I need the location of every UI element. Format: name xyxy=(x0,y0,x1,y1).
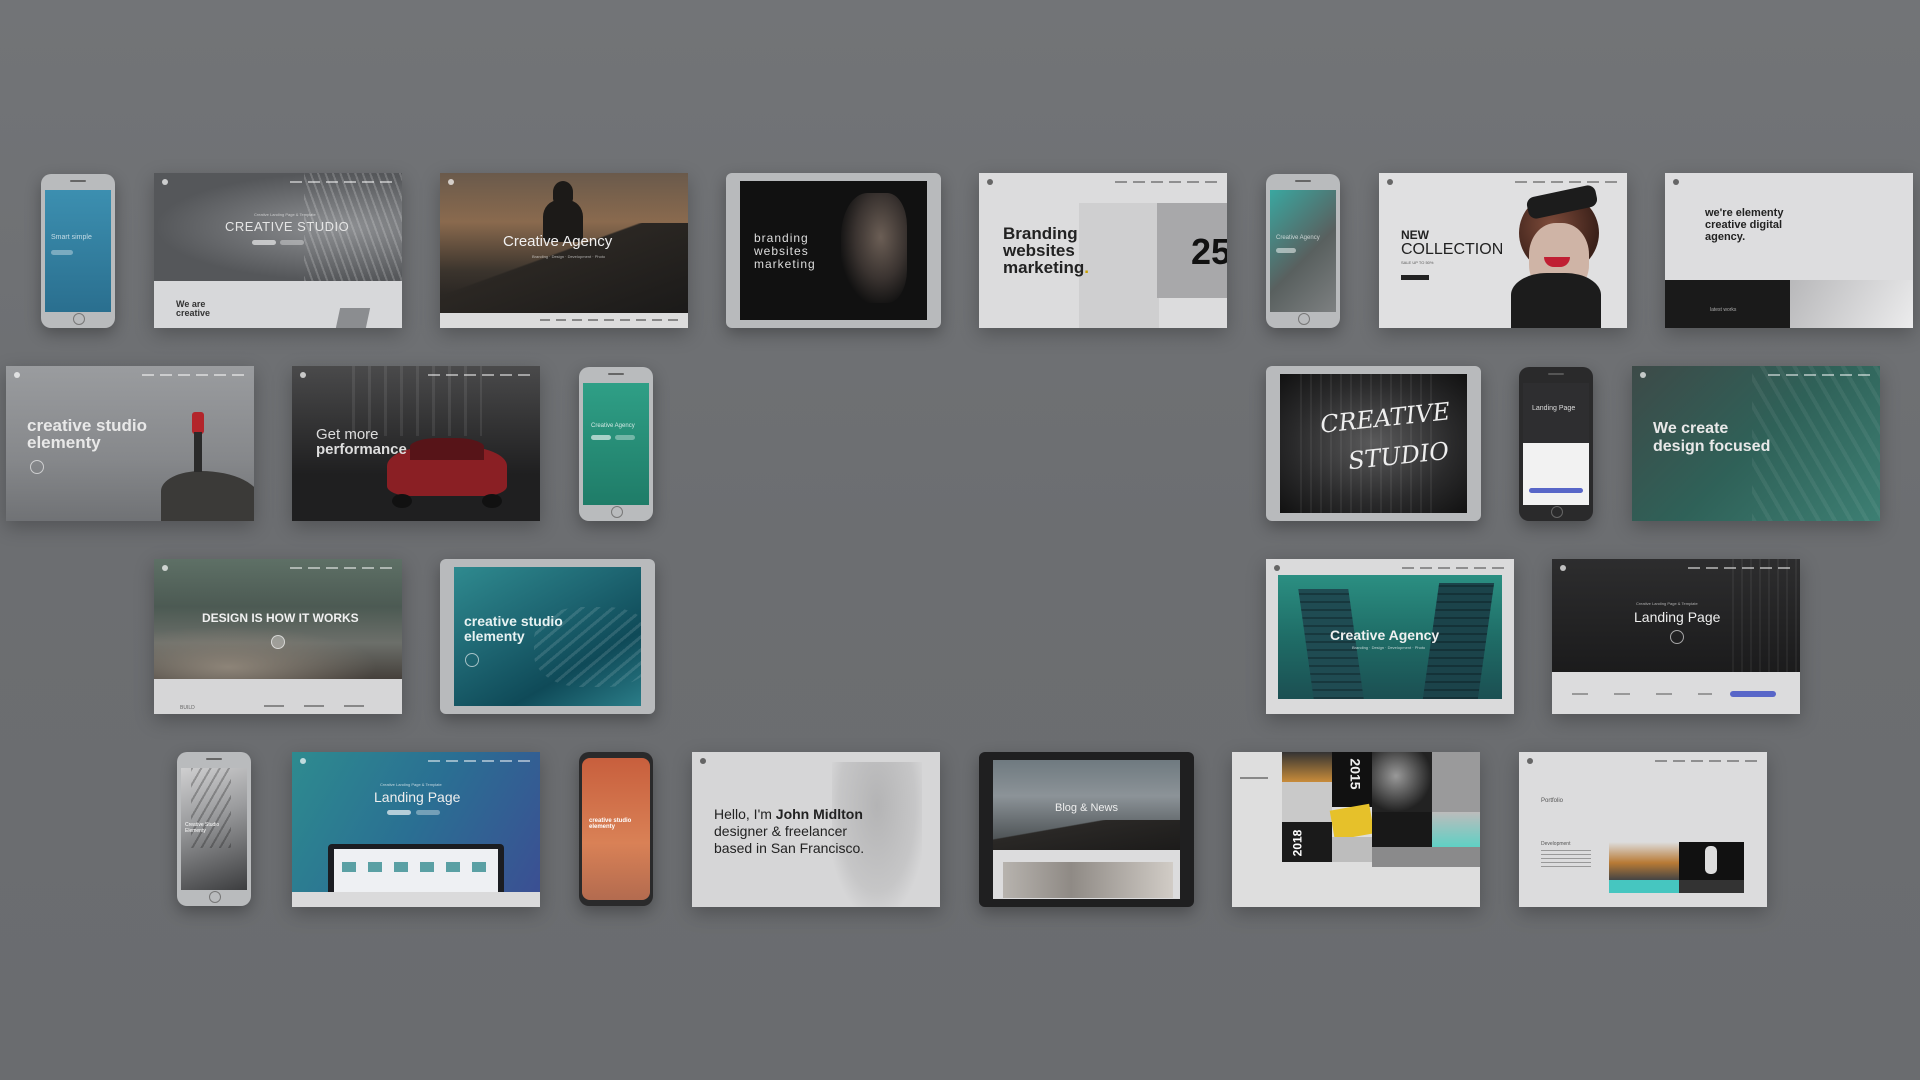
card-creative-agency-buildings[interactable]: Creative Agency Branding · Design · Deve… xyxy=(1266,559,1514,714)
agency-subtitle: Branding · Design · Development · Photo xyxy=(1352,645,1426,650)
branding-line-1: branding xyxy=(754,231,809,245)
eyebrow-text: Creative Landing Page & Template xyxy=(254,212,316,217)
landing-eyebrow: Creative Landing Page & Template xyxy=(1636,601,1698,606)
portfolio-title: Portfolio xyxy=(1541,798,1564,804)
elementy-footer: latest works xyxy=(1710,307,1737,313)
design-line-1: We create xyxy=(1653,420,1729,437)
collage-number: 2015 xyxy=(1347,758,1364,790)
ocean-line-2: elementy xyxy=(464,628,525,644)
card-design-is-how-it-works[interactable]: DESIGN IS HOW IT WORKS BUILD xyxy=(154,559,402,714)
play-icon[interactable] xyxy=(465,653,479,667)
phone-text: Creative Studio Elementy xyxy=(185,822,220,834)
card-portfolio[interactable]: Portfolio Development xyxy=(1519,752,1767,907)
portfolio-sub: Development xyxy=(1541,841,1571,847)
card-portfolio-collage[interactable]: 2015 2018 xyxy=(1232,752,1480,907)
elementy-line-3: agency. xyxy=(1705,231,1746,243)
collection-line-1: NEW xyxy=(1401,228,1429,242)
landing-title: Landing Page xyxy=(1634,609,1721,625)
design-line-2: design focused xyxy=(1653,438,1771,455)
ocean-line-1: creative studio xyxy=(464,613,563,629)
phone-mockup-smart-simple[interactable]: Smart simple xyxy=(41,174,115,328)
play-icon[interactable] xyxy=(271,635,285,649)
big-number: 25 xyxy=(1191,231,1227,272)
tablet-branding[interactable]: branding websites marketing xyxy=(726,173,941,328)
elementy-line-2: creative digital xyxy=(1705,219,1783,231)
phone-mockup-creative-agency[interactable]: Creative Agency xyxy=(1266,174,1340,328)
tablet-blog-news[interactable]: Blog & News xyxy=(979,752,1194,907)
card-hello-john-midlton[interactable]: Hello, I'm John Midlton designer & freel… xyxy=(692,752,940,907)
phone-mockup-studio-elementy[interactable]: Creative Studio Elementy xyxy=(177,752,251,906)
collection-sub: SALE UP TO 50% xyxy=(1401,260,1434,265)
card-branding-websites[interactable]: Branding websites marketing. 25 xyxy=(979,173,1227,328)
hello-line-1: Hello, I'm John Midlton xyxy=(714,806,863,822)
phone-mockup-creative-agency-green[interactable]: Creative Agency xyxy=(579,367,653,521)
phone-text: Creative Agency xyxy=(1276,235,1320,241)
card-new-collection[interactable]: NEW COLLECTION SALE UP TO 50% xyxy=(1379,173,1627,328)
tablet-ocean-creative-studio[interactable]: creative studio elementy xyxy=(440,559,655,714)
card-landing-page-dark[interactable]: Creative Landing Page & Template Landing… xyxy=(1552,559,1800,714)
branding-line-3: marketing. xyxy=(1003,258,1089,277)
landing-eyebrow: Creative Landing Page & Template xyxy=(380,782,442,787)
phone-mockup-landing-page[interactable]: Landing Page xyxy=(1519,367,1593,521)
hello-line-2: designer & freelancer xyxy=(714,823,848,839)
agency-title: Creative Agency xyxy=(1330,627,1440,643)
card-we-create-design[interactable]: We create design focused xyxy=(1632,366,1880,521)
card-landing-page-teal[interactable]: Creative Landing Page & Template Landing… xyxy=(292,752,540,907)
card-elementy-agency[interactable]: we're elementy creative digital agency. … xyxy=(1665,173,1913,328)
studio-line-2: elementy xyxy=(27,433,101,452)
phone-text: creative studio elementy xyxy=(589,818,632,830)
phone-text: Landing Page xyxy=(1532,405,1576,412)
play-icon[interactable] xyxy=(30,460,44,474)
landing-title: Landing Page xyxy=(374,789,461,805)
branding-line-2: websites xyxy=(754,244,809,258)
collage-year: 2018 xyxy=(1290,829,1305,857)
collection-line-2: COLLECTION xyxy=(1401,241,1504,258)
card-footer-text: We are creative xyxy=(176,299,211,318)
phone-mockup-orange[interactable]: creative studio elementy xyxy=(579,752,653,906)
play-icon[interactable] xyxy=(1670,630,1684,644)
phone-text: Smart simple xyxy=(51,234,92,241)
tablet-creative-studio[interactable]: CREATIVE STUDIO xyxy=(1266,366,1481,521)
card-title: Creative Agency xyxy=(503,233,613,250)
design-works-footer: BUILD xyxy=(180,705,195,711)
design-works-title: DESIGN IS HOW IT WORKS xyxy=(202,611,359,625)
elementy-line-1: we're elementy xyxy=(1705,207,1784,219)
card-creative-studio[interactable]: Creative Landing Page & Template CREATIV… xyxy=(154,173,402,328)
card-subtitle: Branding · Design · Development · Photo xyxy=(532,254,606,259)
card-creative-agency[interactable]: Creative Agency Branding · Design · Deve… xyxy=(440,173,688,328)
showcase-background: Smart simple Creative Landing Page & Tem… xyxy=(0,0,1920,1080)
phone-text: Creative Agency xyxy=(591,423,635,429)
branding-line-3: marketing xyxy=(754,257,816,271)
hello-line-3: based in San Francisco. xyxy=(714,840,865,856)
performance-line-2: performance xyxy=(316,441,407,458)
card-title: CREATIVE STUDIO xyxy=(225,219,350,234)
blog-title: Blog & News xyxy=(1055,802,1118,814)
card-creative-studio-elementy[interactable]: creative studio elementy xyxy=(6,366,254,521)
card-get-more-performance[interactable]: Get more performance xyxy=(292,366,540,521)
